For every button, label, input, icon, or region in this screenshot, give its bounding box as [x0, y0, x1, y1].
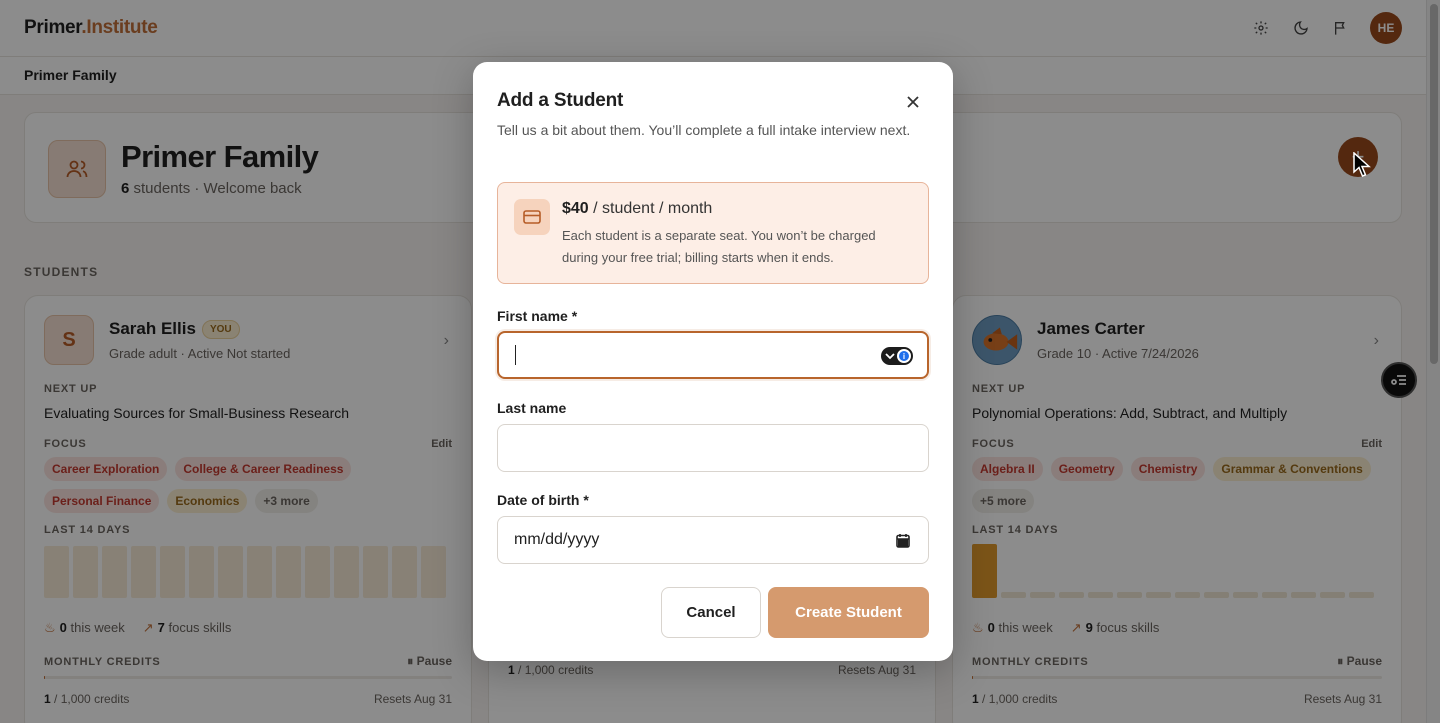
close-icon[interactable]: [903, 92, 923, 112]
first-name-label: First name *: [497, 308, 578, 324]
dialog-description: Tell us a bit about them. You’ll complet…: [497, 122, 911, 138]
dialog-title: Add a Student: [497, 90, 624, 111]
mouse-cursor-icon: [1353, 151, 1371, 183]
dob-field[interactable]: mm/dd/yyyy: [497, 516, 929, 564]
calendar-icon[interactable]: [896, 533, 910, 553]
price-line: $40 / student / month: [562, 200, 712, 218]
price-note: Each student is a separate seat. You won…: [562, 228, 876, 265]
last-name-field[interactable]: [497, 424, 929, 472]
text-caret: [515, 345, 516, 365]
dob-placeholder: mm/dd/yyyy: [514, 531, 600, 548]
pricing-notice: $40 / student / month Each student is a …: [497, 182, 929, 284]
cancel-button[interactable]: Cancel: [661, 587, 761, 638]
price-amount: $40: [562, 200, 589, 217]
last-name-label: Last name: [497, 400, 567, 416]
price-unit: / student / month: [588, 200, 713, 217]
credit-card-icon: [514, 199, 550, 235]
create-student-button[interactable]: Create Student: [768, 587, 929, 638]
password-manager-icon[interactable]: i: [881, 347, 913, 365]
add-student-dialog: Add a Student Tell us a bit about them. …: [473, 62, 953, 661]
dob-label: Date of birth *: [497, 492, 589, 508]
password-manager-logo-icon: i: [897, 349, 911, 363]
first-name-field[interactable]: i: [497, 331, 929, 379]
